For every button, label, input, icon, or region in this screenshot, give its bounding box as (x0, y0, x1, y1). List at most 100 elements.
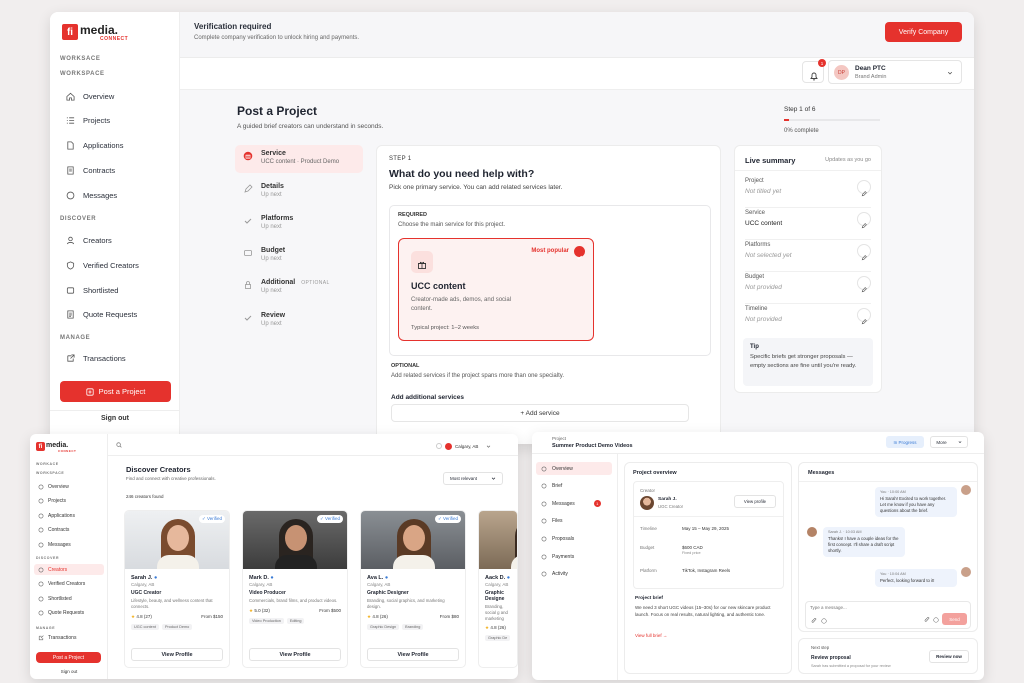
sidebar-item-messages[interactable]: Messages (34, 539, 104, 550)
verified-text: Verified (442, 516, 458, 521)
creator-photo: ✓ Verified (361, 511, 465, 569)
attach-icon[interactable] (924, 617, 930, 623)
sign-out-link[interactable]: Sign out (30, 669, 108, 674)
nav-icon (541, 571, 547, 577)
verified-text: Verified (324, 516, 340, 521)
summary-label: Project (745, 178, 764, 184)
step-platforms[interactable]: Platforms Up next (235, 210, 363, 238)
sidebar-item-creators[interactable]: Creators (60, 233, 170, 247)
creator-card[interactable]: ✓ Verified Sarah J. ● Calgary, AB UGC Creat… (124, 510, 230, 668)
view-profile-button[interactable]: View Profile (249, 648, 341, 661)
step-details[interactable]: Details Up next (235, 178, 363, 206)
sidebar-item-transactions[interactable]: Transactions (34, 632, 104, 643)
sidebar-item-messages[interactable]: Messages (60, 188, 170, 202)
sidebar-item-quote-requests[interactable]: Quote Requests (60, 307, 170, 321)
sidebar-item-contracts[interactable]: Contracts (60, 163, 170, 177)
sidebar-item-applications[interactable]: Applications (60, 138, 170, 152)
unread-badge: 1 (593, 500, 601, 508)
sidebar-item-shortlisted[interactable]: Shortlisted (60, 283, 170, 297)
step-review[interactable]: Review Up next (235, 307, 363, 335)
creator-card[interactable]: Aack D. ● Calgary, AB Graphic Designe Brand… (478, 510, 518, 668)
creator-card[interactable]: ✓ Verified Ava L. ● Calgary, AB Graphic Des… (360, 510, 466, 668)
sidebar-item-creators[interactable]: Creators (34, 564, 104, 575)
sidebar-item-overview[interactable]: Overview (60, 89, 170, 103)
required-section: REQUIRED Choose the main service for thi… (389, 205, 711, 356)
review-now-button[interactable]: Review now (929, 650, 969, 663)
user-menu[interactable]: DP Dean PTC Brand Admin (828, 60, 962, 84)
sidebar-item-verified-creators[interactable]: Verified Creators (60, 258, 170, 272)
user-role: Brand Admin (855, 74, 887, 80)
budget-row: Budget $600 CAD Fixed price (640, 545, 703, 555)
notifications-button[interactable]: 1 (802, 59, 826, 83)
verification-banner: Verification required Complete company v… (180, 12, 974, 58)
service-option-ucc[interactable]: Most popular UCC content Creator-made ad… (398, 238, 594, 341)
sidebar-item-transactions[interactable]: Transactions (60, 351, 170, 365)
search-icon[interactable] (116, 442, 122, 448)
logo-text: media. (80, 23, 119, 37)
message-input[interactable] (810, 605, 930, 610)
optional-text: Add related services if the project span… (391, 373, 564, 379)
project-nav-messages[interactable]: Messages 1 (536, 497, 612, 510)
project-nav-files[interactable]: Files (536, 515, 612, 528)
creator-rating: 4.8 (27) (136, 613, 152, 619)
creator-card[interactable]: ✓ Verified Mark D. ● Calgary, AB Video Prod… (242, 510, 348, 668)
step-budget[interactable]: Budget Up next (235, 242, 363, 270)
platform-label: Platform (640, 568, 657, 573)
sidebar-item-shortlisted[interactable]: Shortlisted (34, 593, 104, 604)
post-project-label: Post a Project (98, 387, 146, 396)
project-nav: Overview Brief Messages 1 Files Proposals Paym… (532, 454, 618, 680)
creator-name: Mark D. (249, 575, 269, 581)
sort-dropdown[interactable]: Most relevant (443, 472, 503, 485)
sidebar-item-projects[interactable]: Projects (34, 496, 104, 507)
location-selector[interactable]: Calgary, AB (436, 440, 504, 452)
service-description: Creator-made ads, demos, and social cont… (411, 297, 512, 313)
project-nav-payments[interactable]: Payments (536, 550, 612, 563)
project-nav-activity[interactable]: Activity (536, 568, 612, 581)
creator-tag: Editing (286, 617, 305, 624)
sidebar-item-projects[interactable]: Projects (60, 113, 170, 127)
sign-out-link[interactable]: Sign out (50, 415, 180, 422)
message-bubble: You · 10:00 AM Hi Sarah! Excited to work … (875, 487, 957, 518)
creator-rating: 4.8 (26) (490, 625, 506, 631)
send-button[interactable]: Send (942, 613, 967, 625)
sidebar-item-verified-creators[interactable]: Verified Creators (34, 579, 104, 590)
post-project-button[interactable]: Post a Project (36, 652, 101, 663)
emoji-icon[interactable] (933, 617, 939, 623)
creator-tag: UGC content (131, 623, 159, 630)
sidebar-item-overview[interactable]: Overview (34, 481, 104, 492)
view-profile-button[interactable]: View Profile (131, 648, 223, 661)
sidebar-item-applications[interactable]: Applications (34, 510, 104, 521)
project-overview-card: Project overview Creator Sarah J. UGC Cr… (624, 462, 792, 674)
edit-pencil-icon[interactable] (857, 276, 871, 293)
post-project-button[interactable]: Post a Project (60, 381, 171, 402)
edit-pencil-icon[interactable] (857, 180, 871, 197)
view-profile-button[interactable]: View profile (734, 495, 776, 508)
add-service-button[interactable]: + Add service (391, 404, 689, 422)
logo-text: media. (46, 442, 69, 449)
step-additional[interactable]: Additional OPTIONAL Up next (235, 274, 363, 302)
project-nav-overview[interactable]: Overview (536, 462, 612, 475)
verified-check-icon: ● (384, 575, 389, 581)
attach-icon[interactable] (811, 618, 817, 624)
message-text: Perfect, looking forward to it! (880, 578, 935, 584)
view-profile-button[interactable]: View Profile (367, 648, 459, 661)
sidebar-item-quote-requests[interactable]: Quote Requests (34, 608, 104, 619)
sidebar-item-contracts[interactable]: Contracts (34, 525, 104, 536)
emoji-icon[interactable] (821, 618, 827, 624)
check-icon (243, 313, 253, 323)
project-nav-brief[interactable]: Brief (536, 480, 612, 493)
creator-rating: 5.0 (32) (254, 607, 270, 613)
project-nav-label: Payments (552, 553, 575, 560)
view-full-brief-link[interactable]: View full brief → (635, 633, 667, 638)
creator-tag: Video Production (249, 617, 284, 624)
project-nav-proposals[interactable]: Proposals (536, 532, 612, 545)
edit-pencil-icon[interactable] (857, 244, 871, 261)
sidebar-item-label: Transactions (83, 353, 126, 363)
logo-mark: fi (36, 442, 45, 451)
edit-pencil-icon[interactable] (857, 212, 871, 229)
step-service[interactable]: Service UCC content · Product Demo (235, 145, 363, 173)
verify-company-button[interactable]: Verify Company (885, 22, 962, 42)
top-bar: Calgary, AB (108, 434, 518, 456)
edit-pencil-icon[interactable] (857, 308, 871, 325)
more-dropdown[interactable]: More (930, 436, 968, 448)
